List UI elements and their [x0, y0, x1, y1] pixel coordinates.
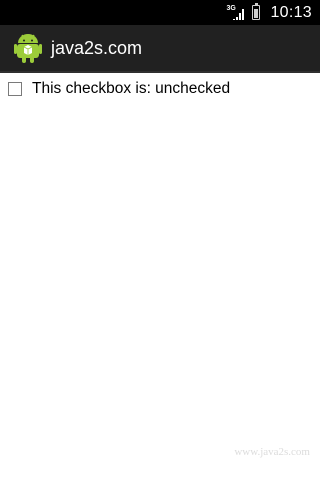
- checkbox-row[interactable]: This checkbox is: unchecked: [0, 73, 320, 105]
- status-clock: 10:13: [270, 3, 312, 21]
- checkbox-label[interactable]: This checkbox is: unchecked: [32, 80, 230, 98]
- main-content: This checkbox is: unchecked: [0, 73, 320, 105]
- android-icon[interactable]: [14, 32, 42, 64]
- checkbox[interactable]: [8, 82, 22, 96]
- status-icons: 3G 10:13: [226, 0, 312, 25]
- watermark: www.java2s.com: [234, 446, 310, 458]
- network-type-label: 3G: [226, 5, 236, 12]
- app-title: java2s.com: [51, 37, 143, 58]
- battery-icon: [252, 3, 261, 20]
- action-bar: java2s.com: [0, 25, 320, 73]
- signal-icon: 3G: [226, 4, 245, 21]
- status-bar: 3G 10:13: [0, 0, 320, 25]
